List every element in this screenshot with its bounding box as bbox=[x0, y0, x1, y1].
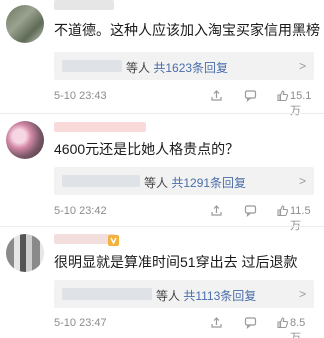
share-icon[interactable] bbox=[210, 89, 223, 105]
reply-users-blurred bbox=[62, 175, 140, 187]
like-count: 8.5万 bbox=[290, 317, 306, 338]
reply-summary[interactable]: 等人 共1291条回复 > bbox=[54, 167, 314, 195]
timestamp: 5-10 23:42 bbox=[54, 205, 107, 217]
comment-icon[interactable] bbox=[244, 316, 257, 332]
username-blurred[interactable] bbox=[54, 234, 116, 244]
share-icon[interactable] bbox=[210, 316, 223, 332]
chevron-right-icon: > bbox=[298, 59, 306, 73]
reply-label: 等人 共1291条回复 bbox=[144, 176, 247, 190]
comment-item: 不道德。这种人应该加入淘宝买家信用黑榜 等人 共1623条回复 > 5-10 2… bbox=[0, 0, 324, 117]
comment-meta: 5-10 23:43 15.1万 bbox=[54, 89, 316, 117]
username-blurred[interactable] bbox=[54, 0, 114, 10]
avatar[interactable] bbox=[6, 234, 44, 272]
comment-icon[interactable] bbox=[244, 204, 257, 220]
reply-summary[interactable]: 等人 共1623条回复 > bbox=[54, 52, 314, 80]
reply-users-blurred bbox=[62, 60, 122, 72]
vip-badge-icon bbox=[108, 235, 119, 246]
comment-meta: 5-10 23:42 11.5万 bbox=[54, 204, 316, 232]
avatar[interactable] bbox=[6, 5, 44, 43]
chevron-right-icon: > bbox=[298, 174, 306, 188]
avatar[interactable] bbox=[6, 121, 44, 159]
reply-count-link[interactable]: 共1623条回复 bbox=[153, 61, 228, 75]
comment-item: 很明显就是算准时间51穿出去 过后退款 等人 共1113条回复 > 5-10 2… bbox=[0, 228, 324, 338]
divider bbox=[0, 226, 324, 227]
comment-icon[interactable] bbox=[244, 89, 257, 105]
comment-item: 4600元还是比她人格贵点的？ 等人 共1291条回复 > 5-10 23:42… bbox=[0, 115, 324, 232]
divider bbox=[0, 113, 324, 114]
comment-meta: 5-10 23:47 8.5万 bbox=[54, 316, 316, 338]
comment-text: 不道德。这种人应该加入淘宝买家信用黑榜 bbox=[54, 22, 320, 38]
chevron-right-icon: > bbox=[298, 287, 306, 301]
reply-users-blurred bbox=[62, 288, 152, 300]
reply-label: 等人 共1623条回复 bbox=[126, 61, 229, 75]
reply-count-link[interactable]: 共1291条回复 bbox=[171, 176, 246, 190]
reply-label: 等人 共1113条回复 bbox=[156, 289, 257, 303]
reply-count-link[interactable]: 共1113条回复 bbox=[183, 289, 256, 303]
timestamp: 5-10 23:47 bbox=[54, 317, 107, 329]
reply-summary[interactable]: 等人 共1113条回复 > bbox=[54, 280, 314, 308]
comment-text: 4600元还是比她人格贵点的？ bbox=[54, 141, 240, 157]
thumbs-up-icon[interactable] bbox=[276, 204, 289, 220]
username-blurred[interactable] bbox=[54, 122, 146, 132]
comment-text: 很明显就是算准时间51穿出去 过后退款 bbox=[54, 254, 298, 270]
share-icon[interactable] bbox=[210, 204, 223, 220]
timestamp: 5-10 23:43 bbox=[54, 90, 107, 102]
thumbs-up-icon[interactable] bbox=[276, 89, 289, 105]
thumbs-up-icon[interactable] bbox=[276, 316, 289, 332]
